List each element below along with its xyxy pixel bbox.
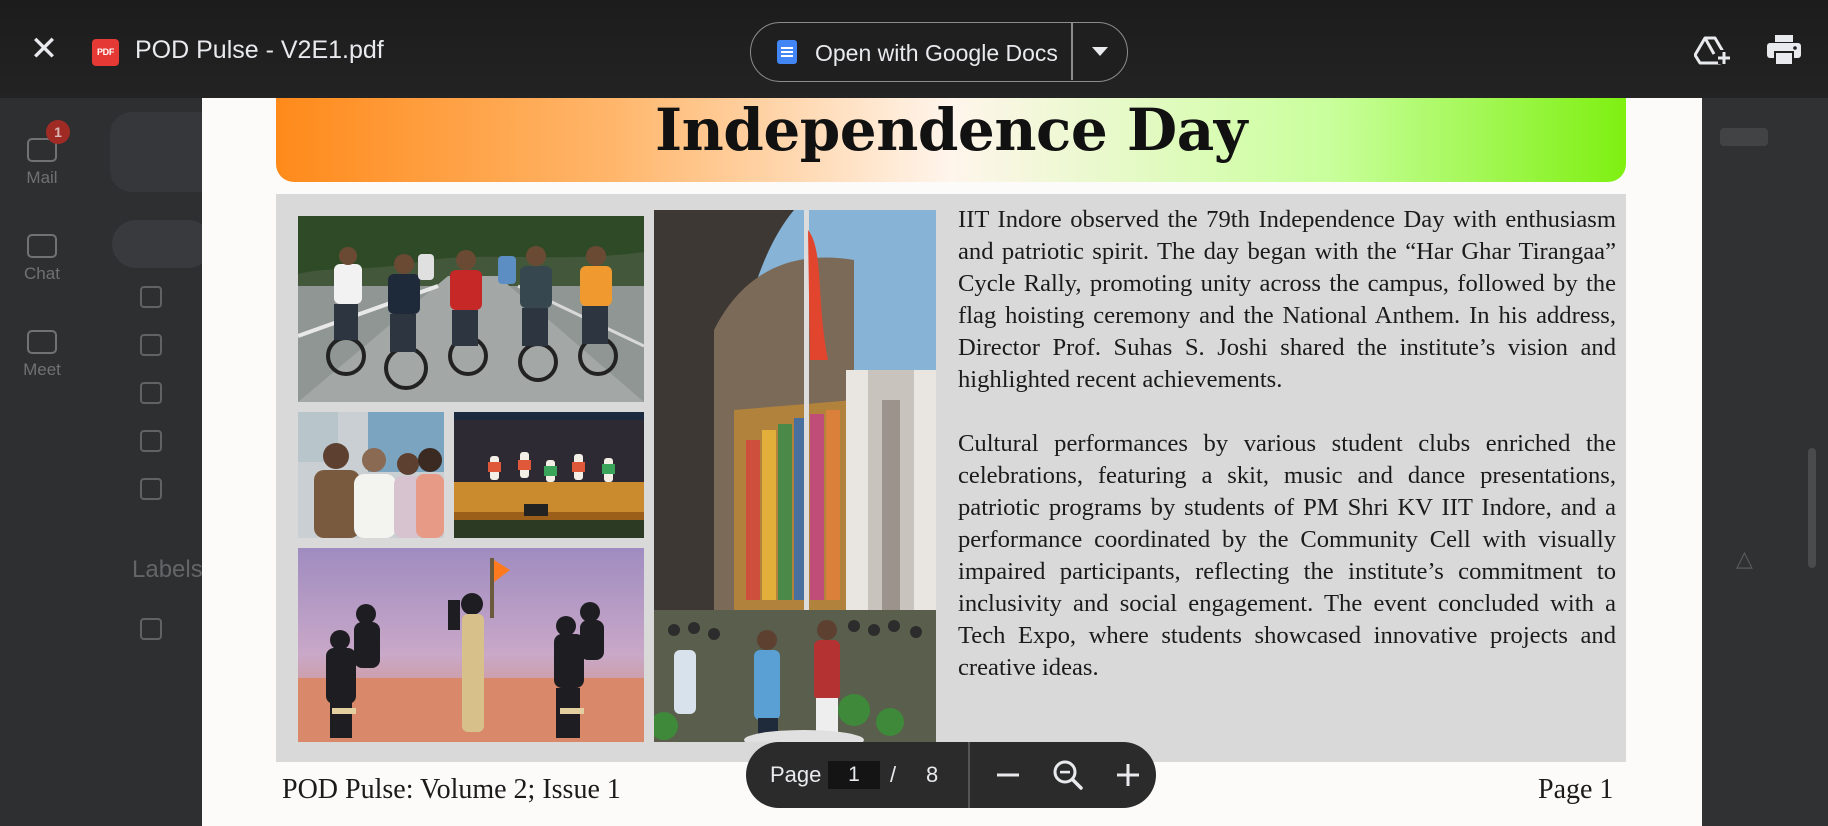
drive-add-icon: △ (1736, 546, 1753, 571)
starred-icon (140, 286, 162, 308)
mail-unread-badge: 1 (46, 120, 70, 144)
print-icon (1767, 35, 1801, 66)
photo-guests (298, 412, 444, 538)
page-separator: / (890, 762, 897, 787)
page-label: Page (770, 762, 822, 787)
photo-cycle-rally (298, 216, 644, 402)
rail-mail-label: Mail (26, 168, 58, 187)
zoom-icon (1053, 760, 1083, 790)
drafts-icon (140, 430, 162, 452)
snoozed-icon (140, 334, 162, 356)
rail-item-meet: Meet (0, 330, 84, 380)
footer-page-number: Page 1 (1538, 774, 1614, 805)
content-box: IIT Indore observed the 79th Independenc… (276, 194, 1626, 762)
plus-icon (1117, 764, 1139, 786)
page-title: Independence Day (655, 98, 1248, 164)
close-viewer-button[interactable]: ✕ (24, 30, 64, 70)
gmail-nav-rail: Mail 1 Chat Meet (0, 98, 84, 826)
add-to-drive-button[interactable] (1693, 34, 1730, 66)
title-banner: Independence Day (276, 98, 1626, 182)
rail-meet-label: Meet (23, 360, 61, 379)
google-docs-icon (777, 40, 797, 64)
file-title: POD Pulse - V2E1.pdf (135, 36, 384, 64)
pdf-page: Independence Day IIT Indore observed the… (202, 98, 1702, 826)
zoom-reset-button[interactable] (1050, 757, 1086, 793)
minus-icon (997, 773, 1019, 777)
rail-item-mail: Mail (0, 138, 84, 188)
backdrop-scrollbar (1808, 448, 1816, 568)
input-tools-icon (1720, 128, 1768, 146)
open-with-control: Open with Google Docs (750, 22, 1128, 82)
sent-icon (140, 382, 162, 404)
inbox-nav-item (112, 220, 212, 268)
zoom-in-button[interactable] (1110, 757, 1146, 793)
rail-item-chat: Chat (0, 234, 84, 284)
open-with-label: Open with Google Docs (815, 40, 1058, 66)
print-button[interactable] (1766, 34, 1802, 66)
photo-dance (454, 412, 644, 538)
page-controls-divider (968, 742, 970, 808)
total-pages: 8 (926, 762, 939, 787)
article-text: IIT Indore observed the 79th Independenc… (958, 204, 1616, 716)
article-paragraph-1: IIT Indore observed the 79th Independenc… (958, 206, 1616, 393)
footer-issue: POD Pulse: Volume 2; Issue 1 (282, 774, 621, 805)
meet-icon (27, 330, 57, 354)
photo-skit (298, 548, 644, 742)
labels-heading: Labels (132, 556, 203, 583)
close-icon: ✕ (29, 30, 59, 68)
page-number-input[interactable] (828, 761, 880, 789)
rail-chat-label: Chat (24, 264, 60, 283)
article-paragraph-2: Cultural performances by various student… (958, 430, 1616, 681)
pdf-file-icon: PDF (92, 39, 119, 66)
more-icon (140, 478, 162, 500)
open-with-google-docs-button[interactable]: Open with Google Docs (751, 23, 1071, 80)
page-controls: Page / 8 (746, 742, 1156, 808)
chat-icon (27, 234, 57, 258)
open-with-dropdown-button[interactable] (1073, 23, 1127, 80)
viewer-toolbar: ✕ PDF POD Pulse - V2E1.pdf Open with Goo… (0, 0, 1828, 98)
label-tag-icon (140, 618, 162, 640)
zoom-out-button[interactable] (990, 757, 1026, 793)
add-to-drive-icon (1693, 36, 1730, 65)
photo-flag-hoisting (654, 210, 936, 742)
